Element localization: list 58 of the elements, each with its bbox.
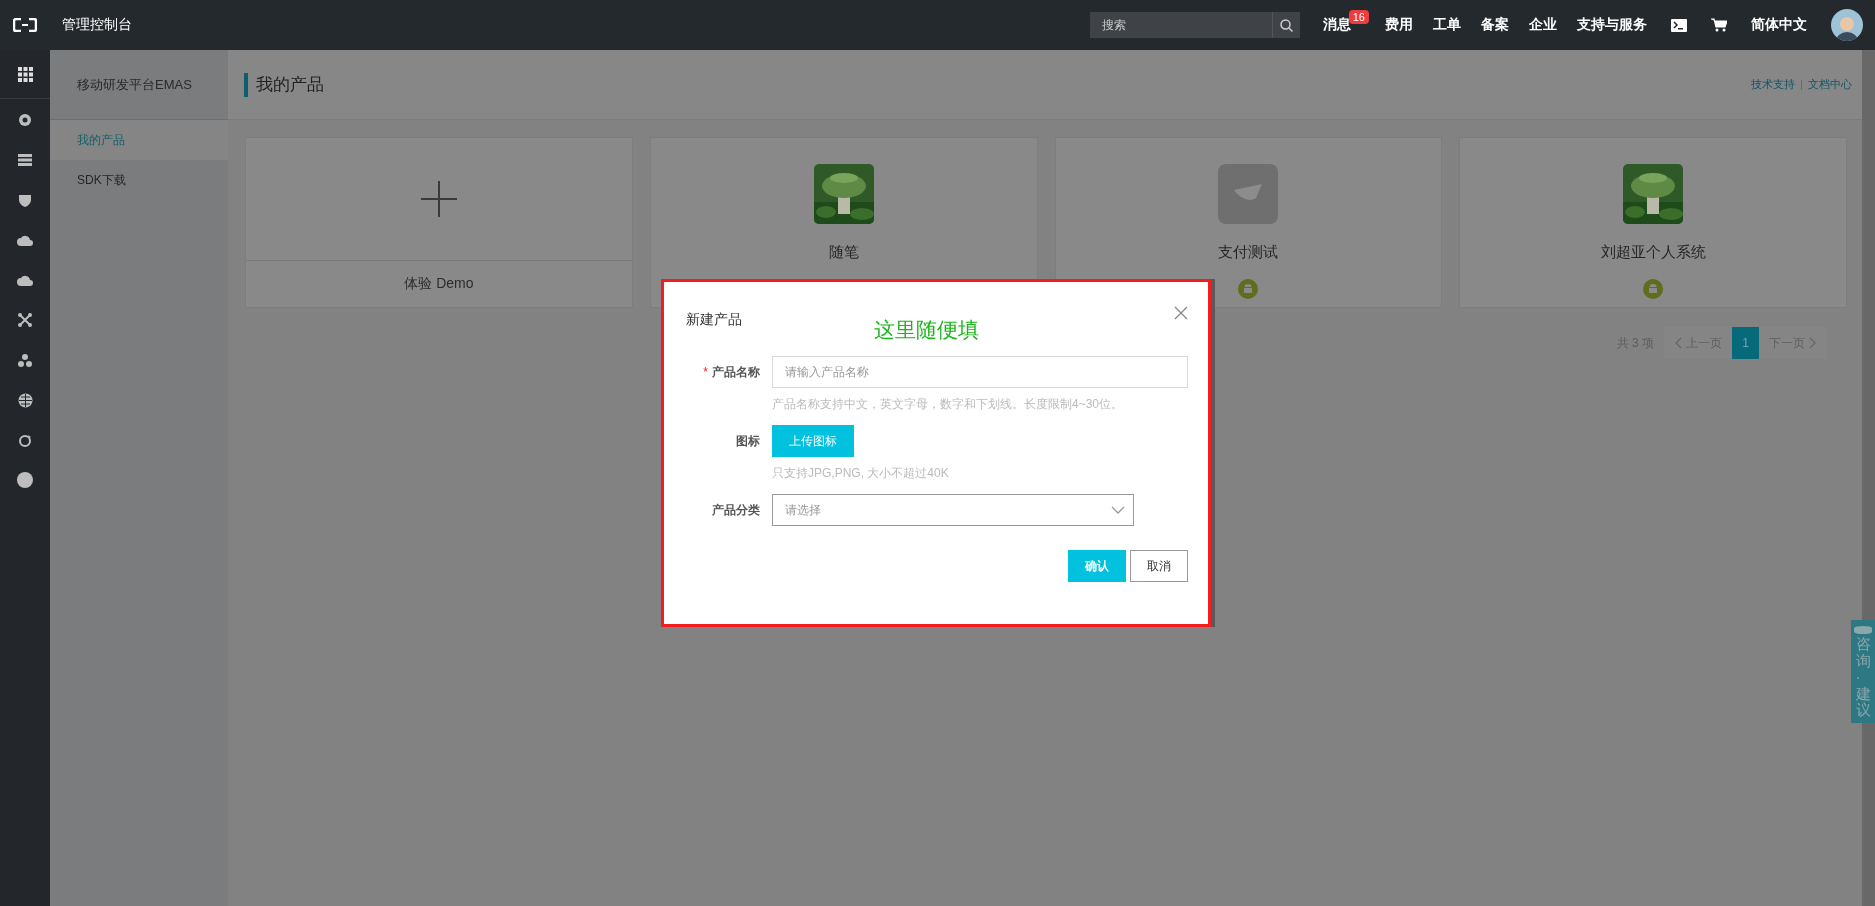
upload-button[interactable]: 上传图标 [772,425,854,457]
message-count: 16 [1348,10,1369,24]
nav-link[interactable]: 费用 [1385,16,1413,34]
nodes-icon [18,313,32,327]
sidebar-item[interactable]: SDK下载 [50,160,228,200]
robot-icon [1643,279,1664,299]
close-icon[interactable] [1174,306,1188,320]
product-card[interactable]: 刘超亚个人系统 [1459,137,1847,308]
category-select[interactable]: 请选择 [772,494,1134,526]
header-link[interactable]: 技术支持 [1751,77,1795,92]
product-name: 刘超亚个人系统 [1600,243,1706,262]
cloud-icon [17,234,33,246]
cancel-button[interactable]: 取消 [1130,550,1188,582]
confirm-button[interactable]: 确认 [1068,550,1126,582]
avatar[interactable] [1831,9,1863,41]
cloud-icon [17,274,33,286]
header-link[interactable]: 文档中心 [1808,77,1852,92]
apps-grid-icon[interactable] [17,66,33,82]
nav-link[interactable]: 工单 [1433,16,1461,34]
search-icon[interactable] [1271,12,1300,38]
robot-icon [1238,279,1259,299]
logo-icon [13,18,37,32]
chevron-down-icon [1111,506,1125,514]
field-label: 图标 [736,433,760,450]
chevron-right-icon [1809,337,1817,349]
field-label: 产品名称 [712,364,760,381]
target-icon [18,113,32,127]
field-hint: 产品名称支持中文，英文字母，数字和下划线。长度限制4~30位。 [772,396,1125,413]
cart-icon[interactable] [1711,18,1727,32]
shield-icon [18,193,32,207]
product-name-input[interactable]: 请输入产品名称 [772,356,1188,388]
circle-icon [17,472,33,488]
product-card[interactable]: 支付测试 [1054,137,1443,308]
field-label: 产品分类 [712,502,760,519]
page-number[interactable]: 1 [1732,327,1759,359]
console-title: 管理控制台 [62,16,132,34]
annotation-text: 这里随便填 [874,317,979,343]
chevron-left-icon [1674,337,1682,349]
nav-link[interactable]: 支持与服务 [1577,16,1647,34]
page-title: 我的产品 [244,72,324,97]
nav-link[interactable]: 企业 [1529,16,1557,34]
nav-link[interactable]: 备案 [1481,16,1509,34]
app-icon [1218,164,1279,224]
search-field[interactable]: 搜索 [1089,12,1272,38]
field-hint: 只支持JPG,PNG, 大小不超过40K [772,465,949,482]
required-mark: * [703,365,708,379]
add-card[interactable]: 体验 Demo [245,137,633,308]
server-icon [18,154,32,166]
card-label: 体验 Demo [404,274,474,293]
product-name: 支付测试 [1218,243,1279,262]
nav-link[interactable]: 消息 [1322,16,1351,34]
terminal-icon[interactable] [1671,18,1687,32]
globe-icon [17,392,33,408]
hub-icon [18,353,32,367]
plus-icon [420,181,457,217]
dialog-title: 新建产品 [686,311,742,329]
language-link[interactable]: 简体中文 [1751,16,1807,34]
product-name: 随笔 [828,243,859,262]
